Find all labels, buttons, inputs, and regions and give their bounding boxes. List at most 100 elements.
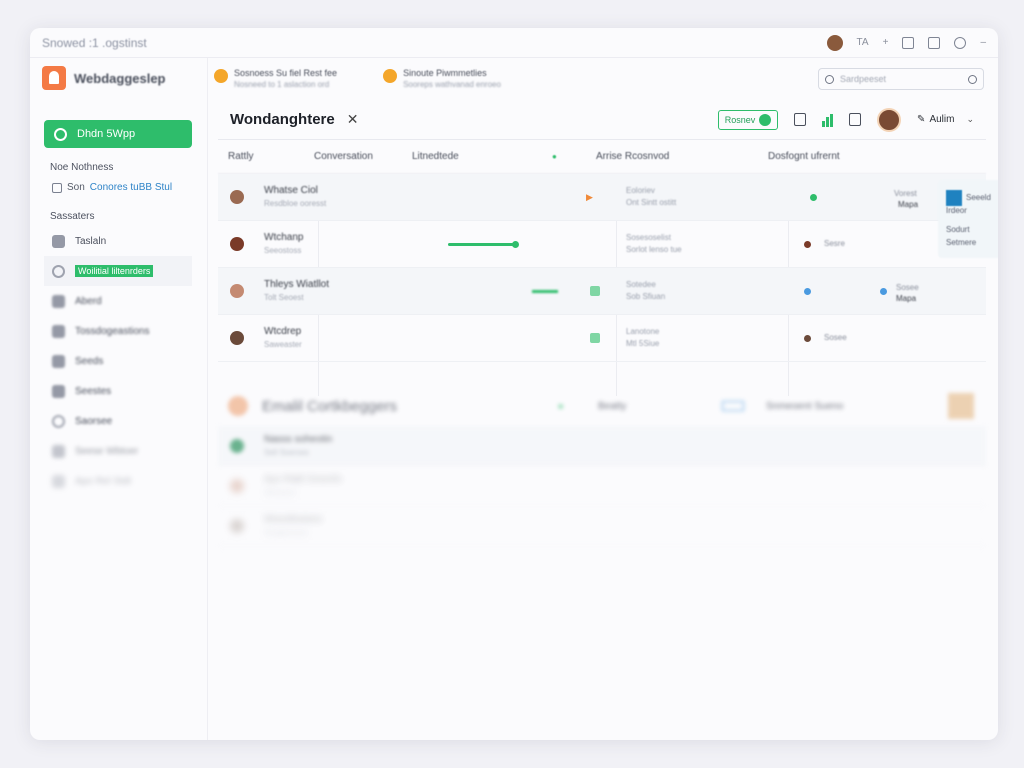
user-name: Aulim xyxy=(929,114,955,125)
avatar xyxy=(230,518,244,533)
row-sub: Resdbloe ooresst xyxy=(264,199,327,208)
grid-icon xyxy=(52,324,65,338)
title-bar: Snowed :1 .ogstinst TA + – xyxy=(30,28,998,58)
side-card[interactable]: Seeeld Irdeor Sodurt Setmere xyxy=(938,180,998,258)
user-avatar-small[interactable] xyxy=(826,34,843,51)
header-actions: Rosnev ✎ Aulim ⌄ xyxy=(718,107,974,132)
status-badge[interactable]: Rosnev xyxy=(718,109,779,130)
row-sub: Sbooloor xyxy=(264,487,297,497)
avatar xyxy=(230,438,244,453)
row-col3: Sosee xyxy=(824,333,847,342)
window-title: Snowed :1 .ogstinst xyxy=(42,35,147,50)
add-icon[interactable]: + xyxy=(883,37,889,48)
check-prefix: Son xyxy=(67,182,85,193)
sidebar-item-7[interactable]: Saorsee xyxy=(52,406,195,436)
app-icon xyxy=(946,190,962,206)
row-title: Whatse Ciol xyxy=(264,185,318,196)
sidebar-item-label: Aberd xyxy=(75,295,102,307)
row-col2-a: Sosesoselist xyxy=(626,233,671,242)
document-icon[interactable] xyxy=(849,113,862,126)
avatar xyxy=(230,284,244,298)
grid-icon[interactable] xyxy=(928,36,941,49)
grid-icon xyxy=(52,384,65,398)
check-link[interactable]: Conores tuBB Stul xyxy=(90,182,172,193)
help-icon[interactable] xyxy=(954,36,967,49)
status-square xyxy=(590,333,600,343)
avatar xyxy=(228,396,248,416)
page-title: Wondanghtere xyxy=(230,111,335,128)
clock-icon xyxy=(54,127,67,141)
checkbox[interactable] xyxy=(52,182,62,193)
info-item-1[interactable]: Sosnoess Su fiel Rest fee Nosneed to 1 a… xyxy=(214,67,337,91)
column-header[interactable]: Arrise Rcosnvod xyxy=(596,151,768,162)
play-icon[interactable]: ▶ xyxy=(586,192,593,203)
row-sub: Sell Soerses xyxy=(264,447,309,457)
sidebar-item-2[interactable]: Woilitial liltenrders xyxy=(44,256,192,286)
column-header[interactable]: Dosfognt ufrernt xyxy=(768,151,840,162)
search-input[interactable]: Sardpeeset xyxy=(840,74,962,84)
row-sub: Sesgessoes xyxy=(264,527,308,537)
sidebar-item-5[interactable]: Seeds xyxy=(52,346,195,376)
info-item-2[interactable]: Sinoute Piwmmetlies Sooreps wathvanad en… xyxy=(383,67,501,91)
row-col4: Mapa xyxy=(896,294,917,303)
search-icon xyxy=(825,74,834,84)
sidebar-item-label: Tossdogeastions xyxy=(75,325,150,337)
user-menu[interactable]: ✎ Aulim ⌄ xyxy=(917,114,974,125)
brand[interactable]: Webdaggeslep xyxy=(42,62,195,94)
sidebar-item-8[interactable]: Seese Wbtoer xyxy=(52,436,195,466)
chart-icon[interactable] xyxy=(822,113,834,127)
column-header[interactable]: Beatty xyxy=(598,401,722,412)
column-header[interactable]: Rattly xyxy=(228,151,314,162)
app-window: Snowed :1 .ogstinst TA + – Webdaggeslep … xyxy=(30,28,998,740)
brand-name: Webdaggeslep xyxy=(74,70,166,86)
table-row[interactable]: Wtcdrep Saweaster Lanotone Mtl 5Siue Sos… xyxy=(218,315,986,362)
info-title: Sosnoess Su fiel Rest fee xyxy=(234,68,338,78)
sidebar-item-label: Seeds xyxy=(75,355,104,367)
column-header[interactable]: Conversation xyxy=(314,151,412,162)
sidebar: Webdaggeslep Dhdn 5Wpp Noe Nothness Son … xyxy=(30,58,208,740)
info-sub: Nosneed to 1 aslaction ord xyxy=(234,80,330,89)
row-name: Wtcdrep Saweaster xyxy=(264,325,302,351)
table-row[interactable]: Thleys Wiatllot Tolt Seoest Sotedee Sob … xyxy=(218,268,986,315)
row-col2: Sosesoselist Sorlot lenso tue xyxy=(626,232,682,256)
minimize-icon[interactable]: – xyxy=(980,37,986,48)
table-row[interactable]: Wtchanp Seeostoss Sosesoselist Sorlot le… xyxy=(218,221,986,268)
table-row[interactable]: Nasss soheotin Sell Soerses xyxy=(218,426,986,466)
search-submit-icon[interactable] xyxy=(968,74,977,84)
chevron-down-icon: ⌄ xyxy=(966,114,974,124)
info-title: Sinoute Piwmmetlies xyxy=(403,68,487,78)
sidebar-item-6[interactable]: Seestes xyxy=(52,376,195,406)
avatar[interactable] xyxy=(877,107,902,132)
column-header[interactable]: Snmeoent Sueno xyxy=(766,401,843,412)
progress-handle[interactable] xyxy=(512,240,519,248)
progress-bar[interactable] xyxy=(448,242,516,246)
user-initials: TA xyxy=(856,37,869,48)
tag-chip[interactable] xyxy=(722,401,744,411)
status-dot xyxy=(804,287,811,295)
row-sub: Seeostoss xyxy=(264,246,302,255)
table-row[interactable]: Whatse Ciol Resdbloe ooresst ▶ Eoloriev … xyxy=(218,174,986,221)
avatar xyxy=(230,331,244,345)
sidebar-item-4[interactable]: Tossdogeastions xyxy=(52,316,195,346)
avatar xyxy=(230,478,244,493)
bag-icon[interactable] xyxy=(794,113,807,126)
table-row[interactable]: Ayo Raltt Smenfo Sbooloor xyxy=(218,466,986,506)
column-header[interactable]: Litnedtede xyxy=(412,151,552,162)
user-icon xyxy=(52,234,65,248)
arrow-up-icon xyxy=(759,113,772,126)
sidebar-item-3[interactable]: Aberd xyxy=(52,286,195,316)
sidebar-item-label: Saorsee xyxy=(75,415,113,427)
search-box[interactable]: Sardpeeset xyxy=(818,68,984,90)
row-col2-b: Ont Sintt ostitt xyxy=(626,198,677,207)
row-title: Woesllssiees xyxy=(264,513,323,525)
sidebar-item-9[interactable]: Apo Rel Stdt xyxy=(52,466,195,496)
window-icon[interactable] xyxy=(902,36,915,49)
table-row[interactable]: Woesllssiees Sesgessoes xyxy=(218,506,986,546)
secondary-section: Emalil Cortkbeggers ● Beatty Snmeoent Su… xyxy=(218,386,986,546)
close-icon[interactable]: ✕ xyxy=(347,111,359,128)
row-col2: Sotedee Sob Sfiuan xyxy=(626,279,665,303)
check-option[interactable]: Son Conores tuBB Stul xyxy=(52,182,195,193)
sidebar-item-1[interactable]: Taslaln xyxy=(52,226,195,256)
primary-action-button[interactable]: Dhdn 5Wpp xyxy=(44,120,192,148)
main-panel: Wondanghtere ✕ Rosnev ✎ Aulim ⌄ Rattly C… xyxy=(218,100,998,740)
